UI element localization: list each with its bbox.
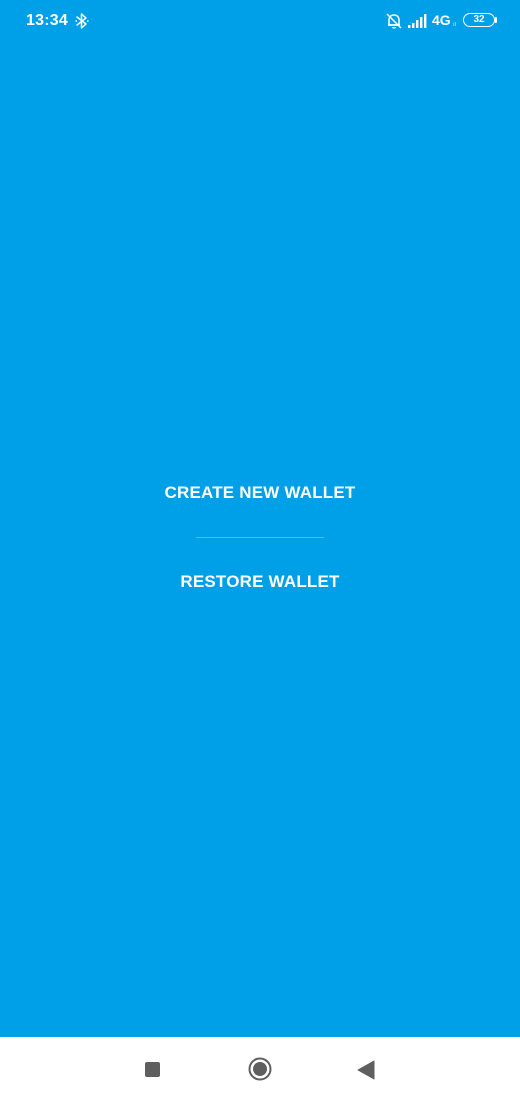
network-type: 4G xyxy=(432,12,451,28)
home-icon[interactable] xyxy=(248,1057,272,1081)
create-new-wallet-button[interactable]: CREATE NEW WALLET xyxy=(150,470,370,516)
network-activity: ıl xyxy=(453,22,456,28)
battery-icon: 32 xyxy=(463,13,495,27)
signal-icon xyxy=(408,14,427,28)
restore-wallet-button[interactable]: RESTORE WALLET xyxy=(150,559,370,605)
back-icon[interactable] xyxy=(357,1060,375,1080)
menu-divider xyxy=(196,537,324,538)
recents-icon[interactable] xyxy=(145,1062,160,1077)
bluetooth-icon xyxy=(75,13,89,29)
status-bar: 13:34 4G ıl 32 xyxy=(0,0,520,42)
wallet-menu: CREATE NEW WALLET RESTORE WALLET xyxy=(0,470,520,605)
status-time: 13:34 xyxy=(26,12,68,29)
navigation-bar xyxy=(0,1037,520,1100)
battery-cap xyxy=(495,17,497,23)
battery-level: 32 xyxy=(473,14,485,25)
wallet-start-screen: 13:34 4G ıl 32 CREATE NEW WALLET RESTORE… xyxy=(0,0,520,1100)
mute-icon xyxy=(386,13,402,29)
